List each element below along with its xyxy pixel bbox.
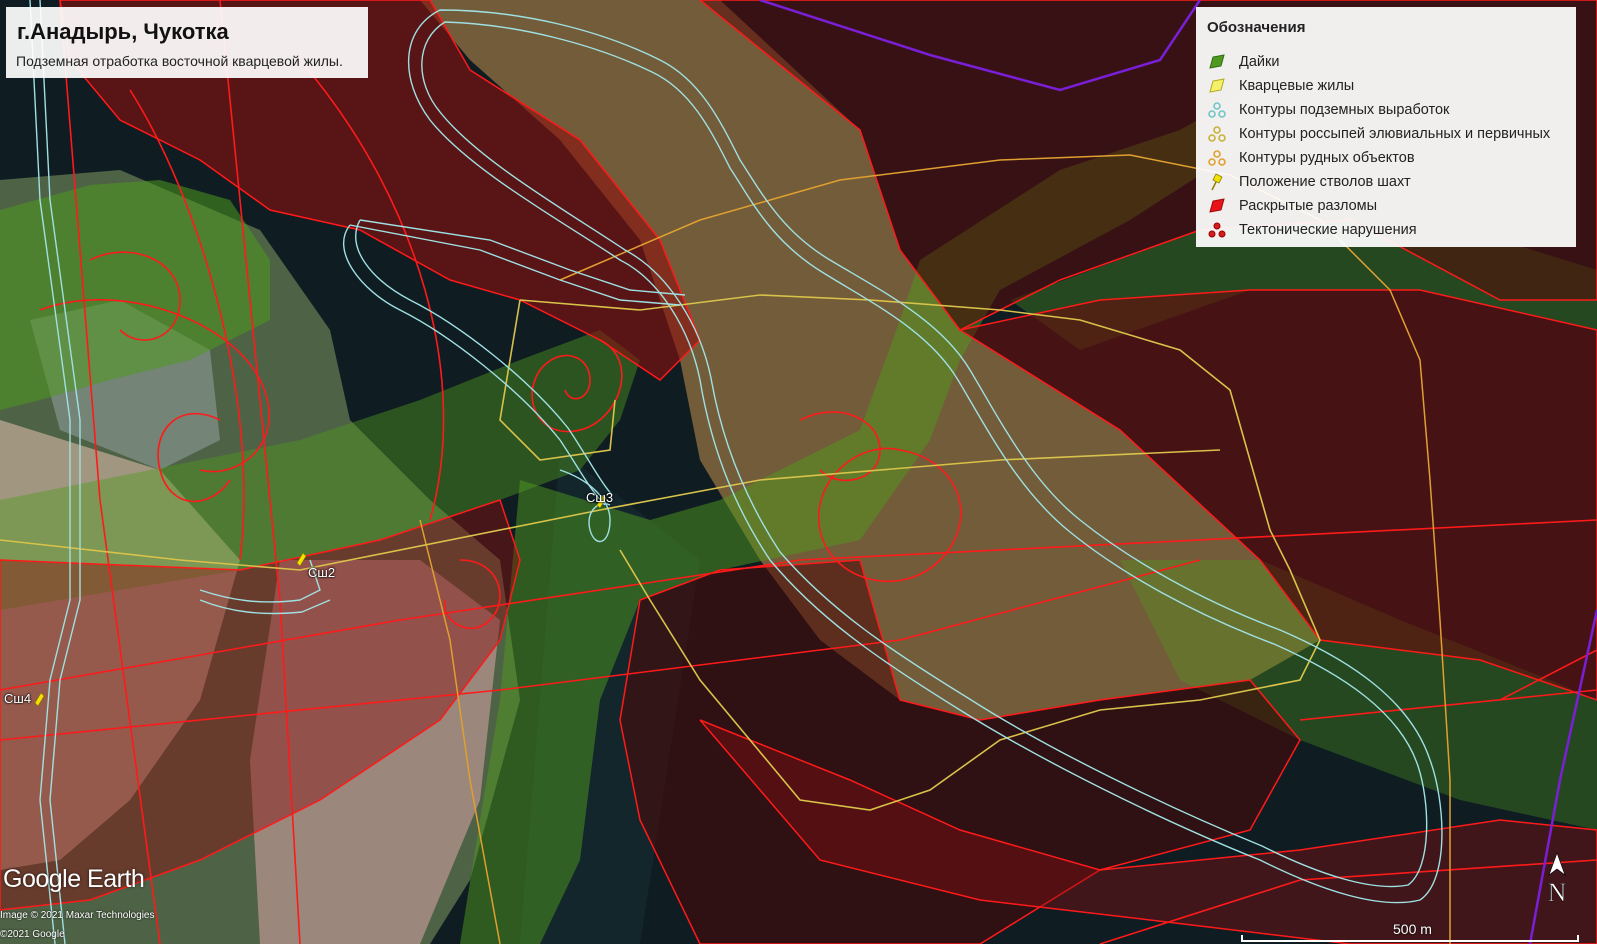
legend-title: Обозначения — [1207, 19, 1306, 36]
map-title: г.Анадырь, Чукотка — [17, 19, 229, 44]
title-panel: г.Анадырь, Чукотка Подземная отработка в… — [6, 7, 368, 78]
legend-label: Положение стволов шахт — [1239, 174, 1411, 190]
polygon-icon — [1209, 54, 1225, 69]
legend-label: Контуры подземных выработок — [1239, 102, 1450, 118]
shaft-label-sh4[interactable]: Сш4 — [4, 691, 31, 706]
legend-panel: Обозначения Дайки Кварцевые жилы Контуры… — [1196, 7, 1576, 247]
legend-item-workings[interactable]: Контуры подземных выработок — [1207, 99, 1449, 121]
multi-point-icon — [1208, 126, 1226, 142]
legend-item-dykes[interactable]: Дайки — [1207, 51, 1279, 73]
legend-item-quartz-veins[interactable]: Кварцевые жилы — [1207, 75, 1354, 97]
multi-point-icon — [1208, 222, 1226, 238]
map-subtitle: Подземная отработка восточной кварцевой … — [16, 53, 343, 69]
multi-point-icon — [1208, 150, 1226, 166]
legend-label: Тектонические нарушения — [1239, 222, 1417, 238]
legend-item-ore-objects[interactable]: Контуры рудных объектов — [1207, 147, 1415, 169]
legend-label: Контуры рудных объектов — [1239, 150, 1415, 166]
legend-item-open-faults[interactable]: Раскрытые разломы — [1207, 195, 1377, 217]
north-arrow-icon: N — [1547, 852, 1567, 907]
legend-label: Дайки — [1239, 54, 1280, 70]
legend-item-shafts[interactable]: Положение стволов шахт — [1207, 171, 1411, 193]
copyright-credit: ©2021 Google — [0, 929, 65, 940]
multi-point-icon — [1208, 102, 1226, 118]
legend-label: Раскрытые разломы — [1239, 198, 1378, 214]
legend-item-tectonic[interactable]: Тектонические нарушения — [1207, 219, 1417, 241]
north-label: N — [1548, 878, 1567, 907]
polygon-icon — [1209, 198, 1225, 213]
legend-label: Кварцевые жилы — [1239, 78, 1355, 94]
legend-label: Контуры россыпей элювиальных и первичных — [1239, 126, 1551, 142]
shaft-label-sh2[interactable]: Сш2 — [308, 565, 335, 580]
pushpin-icon — [1211, 173, 1223, 191]
imagery-credit: Image © 2021 Maxar Technologies — [0, 910, 155, 921]
legend-item-placers[interactable]: Контуры россыпей элювиальных и первичных — [1207, 123, 1550, 145]
scale-bar — [1241, 935, 1579, 942]
google-earth-logo: Google Earth — [3, 865, 145, 893]
polygon-icon — [1209, 78, 1225, 93]
shaft-label-sh3[interactable]: Сш3 — [586, 490, 613, 505]
